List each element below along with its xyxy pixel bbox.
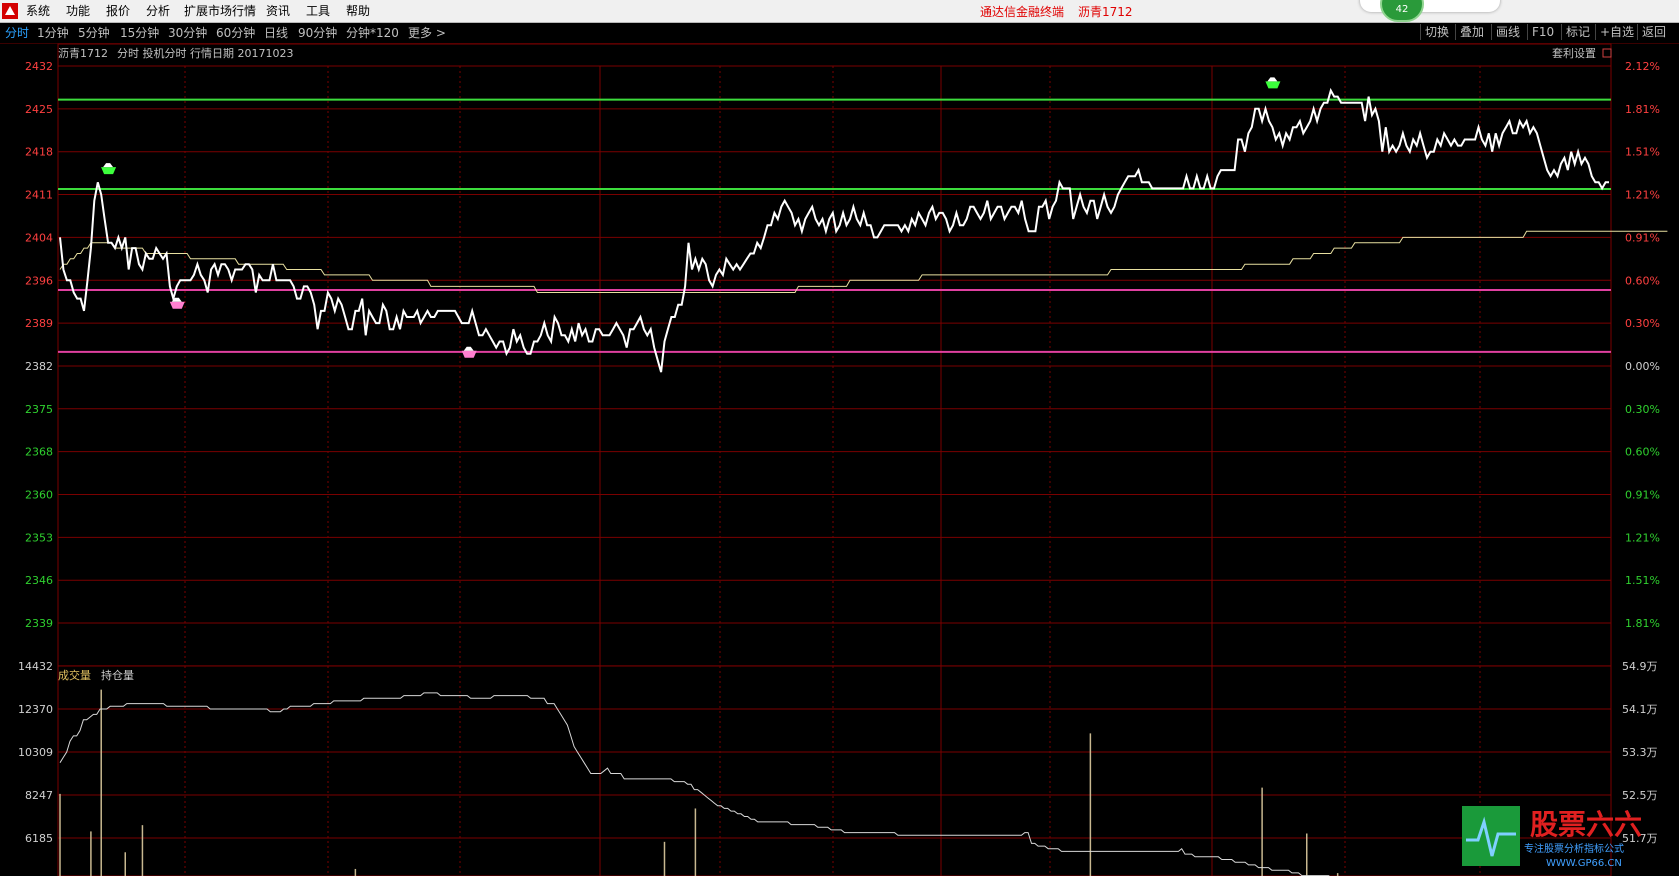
watermark-url: WWW.GP66.CN [1546,858,1622,869]
average-price-line [59,230,1668,293]
watermark-tagline: 专注股票分析指标公式 [1524,842,1624,855]
price-tick-label: 2353 [25,531,53,544]
price-tick-label: 2368 [25,446,53,459]
chart-symbol: 沥青1712 [58,47,108,60]
buy-signal-icon [101,163,117,175]
price-tick-label: 2396 [25,274,53,287]
percent-tick-label: 0.60% [1625,446,1660,459]
percent-tick-label: 1.81% [1625,103,1660,116]
price-axis-labels: 2432 2425 2418 2411 2404 2396 2389 2382 2375 2368… [25,60,53,630]
volume-tick-label: 8247 [25,789,53,802]
price-tick-label: 2382 [25,360,53,373]
percent-axis-labels: 2.12% 1.81% 1.51% 1.21% 0.91% 0.60% 0.30% 0.00%… [1625,60,1660,630]
percent-tick-label: 0.91% [1625,489,1660,502]
percent-tick-label: 0.60% [1625,274,1660,287]
open-interest-tick-label: 53.3万 [1622,746,1658,759]
volume-tick-label: 12370 [18,703,53,716]
price-tick-label: 2360 [25,489,53,502]
sell-signal-icon [461,346,477,358]
chart-info: 分时 投机分时 行情日期 20171023 [117,46,293,60]
percent-tick-label: 0.91% [1625,231,1660,244]
price-tick-label: 2432 [25,60,53,73]
open-interest-tick-label: 54.9万 [1622,660,1658,673]
volume-axis-labels: 14432 12370 10309 8247 6185 [18,660,53,845]
settings-toggle-icon[interactable] [1602,48,1612,58]
percent-tick-label: 1.51% [1625,146,1660,159]
arbitrage-settings[interactable]: 套利设置 [1552,47,1596,60]
watermark-logo-icon [1462,806,1520,866]
percent-tick-label: 1.21% [1625,189,1660,202]
buy-signal-icon [1265,77,1281,89]
price-tick-label: 2339 [25,617,53,630]
price-tick-label: 2411 [25,189,53,202]
open-interest-tick-label: 52.5万 [1622,789,1658,802]
price-tick-label: 2425 [25,103,53,116]
percent-tick-label: 0.30% [1625,317,1660,330]
price-line [59,87,1609,373]
trade-signals [101,77,1281,358]
price-tick-label: 2389 [25,317,53,330]
side-panel-edge [1673,44,1679,876]
open-interest-line [59,692,1330,876]
chart-frame [57,43,1612,876]
open-interest-tick-label: 54.1万 [1622,703,1658,716]
price-tick-label: 2346 [25,574,53,587]
open-interest-title: 持仓量 [101,668,134,682]
intraday-chart[interactable]: 2432 2425 2418 2411 2404 2396 2389 2382 2375 2368… [0,0,1679,876]
price-tick-label: 2375 [25,403,53,416]
percent-tick-label: 1.81% [1625,617,1660,630]
volume-tick-label: 14432 [18,660,53,673]
volume-tick-label: 6185 [25,832,53,845]
volume-bars [59,689,1339,876]
chart-grid [57,43,1612,876]
watermark-brand: 股票六六 [1530,808,1642,841]
percent-tick-label: 0.00% [1625,360,1660,373]
volume-tick-label: 10309 [18,746,53,759]
price-tick-label: 2404 [25,231,53,244]
sell-signal-icon [169,297,185,309]
percent-tick-label: 1.21% [1625,531,1660,544]
volume-title: 成交量 [58,668,91,682]
watermark: 股票六六 专注股票分析指标公式 WWW.GP66.CN [1462,806,1642,869]
percent-tick-label: 1.51% [1625,574,1660,587]
price-tick-label: 2418 [25,146,53,159]
percent-tick-label: 0.30% [1625,403,1660,416]
percent-tick-label: 2.12% [1625,60,1660,73]
